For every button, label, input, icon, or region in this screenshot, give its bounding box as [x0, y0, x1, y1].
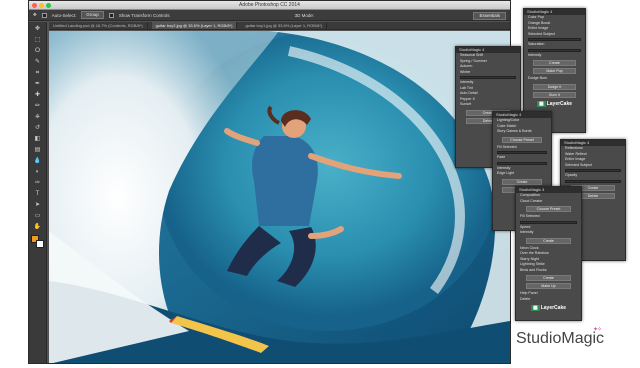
panel-row[interactable]: Birds and Flocks	[516, 268, 581, 274]
layercake-icon: ▦	[536, 100, 546, 107]
auto-select-checkbox[interactable]	[41, 12, 47, 18]
workspace-switcher[interactable]: Essentials	[473, 12, 506, 20]
panel-row: Sunset	[460, 102, 472, 106]
path-select-icon[interactable]: ➤	[33, 201, 43, 209]
intensity-slider[interactable]	[528, 48, 581, 52]
healing-icon[interactable]: ✚	[33, 91, 43, 99]
document-canvas[interactable]	[49, 31, 510, 363]
transform-controls-label: Show Transform Controls	[118, 12, 170, 18]
blur-icon[interactable]: 💧	[33, 157, 43, 165]
panel-row: Intensity	[520, 230, 534, 234]
auto-select-dropdown[interactable]: Group	[81, 11, 104, 19]
saturation-slider[interactable]	[528, 38, 581, 41]
choose-preset-button[interactable]: Choose Preset	[501, 136, 543, 143]
panel-row[interactable]: Winter	[456, 70, 520, 76]
screenshot-root: Adobe Photoshop CC 2014 ✥ Auto-Select: G…	[0, 0, 640, 368]
title-bar: Adobe Photoshop CC 2014	[29, 1, 510, 10]
photoshop-window: Adobe Photoshop CC 2014 ✥ Auto-Select: G…	[28, 0, 511, 364]
create-button[interactable]: Create	[525, 275, 572, 281]
create-button[interactable]: Create	[525, 237, 572, 244]
background-color-swatch[interactable]	[36, 240, 44, 248]
fade-slider[interactable]	[497, 151, 547, 154]
panel-row[interactable]: Delete	[516, 297, 581, 303]
make-pop-button[interactable]: Make Pop	[533, 68, 576, 74]
auto-select-label: Auto-Select:	[51, 12, 77, 18]
speed-slider[interactable]	[520, 220, 577, 224]
make-up-button[interactable]: Make Up	[525, 283, 572, 289]
dodge-icon[interactable]: ◐	[33, 168, 43, 176]
intensity-slider[interactable]	[497, 161, 547, 165]
history-brush-icon[interactable]: ↺	[33, 124, 43, 132]
panel-row: Fade	[497, 155, 506, 159]
panel-row: Dodge Burn	[528, 76, 548, 80]
dodge-button[interactable]: Dodge It	[533, 83, 576, 90]
quick-select-icon[interactable]: ✎	[33, 58, 43, 66]
choose-preset-button[interactable]: Choose Preset	[525, 206, 572, 212]
opacity-slider[interactable]	[565, 179, 621, 183]
shape-icon[interactable]: ▭	[33, 212, 43, 220]
panel-row[interactable]: Fill Selected	[493, 145, 551, 151]
panel-row[interactable]: Selected Subject	[561, 163, 625, 169]
panel-row[interactable]: Selected Subject	[524, 32, 585, 38]
sparkle-icon: ✦✧	[593, 327, 602, 333]
eraser-icon[interactable]: ◧	[33, 135, 43, 143]
lasso-icon[interactable]: ⵔ	[33, 47, 43, 55]
panel-row: Edge Light	[497, 171, 515, 175]
3d-mode-label: 3D Mode:	[294, 12, 315, 18]
panel-row: Cloud Creator	[520, 198, 543, 203]
opacity-slider[interactable]	[565, 169, 621, 172]
gradient-icon[interactable]: ▤	[33, 146, 43, 154]
move-tool-icon[interactable]: ✥	[33, 12, 37, 18]
stamp-icon[interactable]: ⎈	[33, 113, 43, 121]
crop-icon[interactable]: ⌗	[33, 69, 43, 77]
panel-row: Opacity	[565, 173, 578, 177]
create-button[interactable]: Create	[533, 60, 576, 66]
panel-row: Story Gaines & Borde	[497, 129, 532, 133]
marquee-icon[interactable]: ⬚	[33, 36, 43, 44]
layercake-logo: ▦ LayerCake	[530, 305, 567, 311]
surfer-photo	[49, 31, 510, 363]
create-button[interactable]: Create	[501, 178, 543, 185]
panel-row[interactable]: Fill Selected	[516, 214, 581, 220]
layercake-logo: ▦ LayerCake	[536, 100, 573, 107]
move-icon[interactable]: ✥	[33, 25, 43, 33]
intensity-slider[interactable]	[460, 76, 516, 79]
type-icon[interactable]: T	[33, 190, 43, 198]
burn-button[interactable]: Burn It	[533, 91, 576, 98]
doc-tab[interactable]: Untitled Landing.psd @ 16.7% (Contents, …	[49, 22, 148, 29]
panel-row: Saturation	[528, 42, 545, 46]
studiomagic-panel-composition: StudioMagic 4 Composition Cloud Creator …	[515, 186, 582, 321]
window-title: Adobe Photoshop CC 2014	[239, 2, 300, 8]
pen-icon[interactable]: ✑	[33, 179, 43, 187]
panel-row: Intensity	[528, 52, 542, 57]
document-tabs: Untitled Landing.psd @ 16.7% (Contents, …	[49, 22, 510, 30]
brush-icon[interactable]: ✏	[33, 102, 43, 110]
tools-panel: ✥⬚ⵔ✎⌗✒✚✏⎈↺◧▤💧◐✑T➤▭✋⌕	[29, 22, 47, 363]
eyedropper-icon[interactable]: ✒	[33, 80, 43, 88]
options-bar: ✥ Auto-Select: Group Show Transform Cont…	[29, 10, 510, 21]
layercake-icon: ▦	[530, 305, 540, 311]
doc-tab[interactable]: guitar boy1.jpg @ 33.6% (Layer 1, RGB/8*…	[241, 22, 328, 29]
studiomagic-brand: StudioMagic	[516, 330, 605, 347]
transform-controls-checkbox[interactable]	[108, 12, 114, 18]
doc-tab-active[interactable]: guitar boy2.jpg @ 33.6% (Layer 1, RGB/8*…	[151, 22, 238, 29]
hand-icon[interactable]: ✋	[33, 223, 43, 231]
